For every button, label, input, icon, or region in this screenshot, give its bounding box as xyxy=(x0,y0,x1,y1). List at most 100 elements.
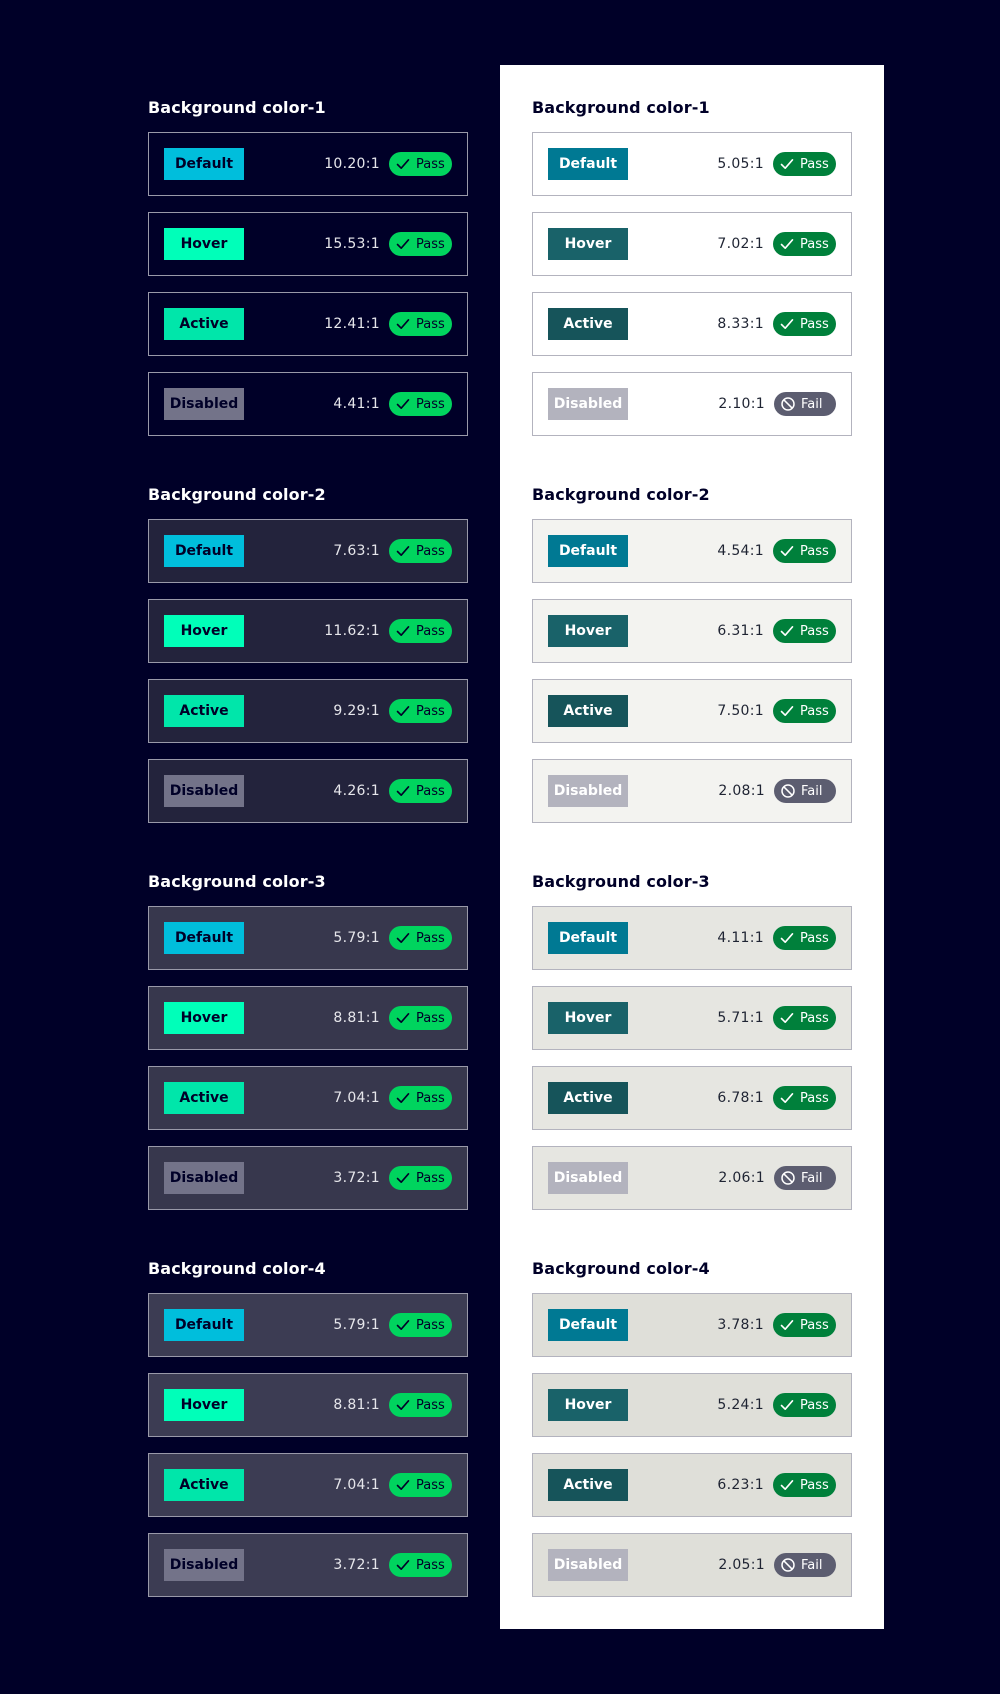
hover-button-sample: Hover xyxy=(164,1002,244,1034)
check-icon xyxy=(779,703,795,719)
disabled-button-sample: Disabled xyxy=(548,1549,628,1581)
status-label: Pass xyxy=(416,1557,445,1573)
contrast-group: Background color-4 Default 5.79:1 Pass Hover… xyxy=(148,1226,468,1613)
block-icon xyxy=(780,783,796,799)
status-badge: Pass xyxy=(773,1006,836,1030)
block-icon xyxy=(780,1170,796,1186)
group-title: Background color-4 xyxy=(532,1259,710,1278)
disabled-button-sample: Disabled xyxy=(164,1162,244,1194)
contrast-group: Background color-4 Default 3.78:1 Pass Hover… xyxy=(532,1226,852,1613)
active-button-sample: Active xyxy=(548,1469,628,1501)
status-label: Pass xyxy=(416,1397,445,1413)
group-title: Background color-2 xyxy=(532,485,710,504)
contrast-row: Disabled 2.05:1 Fail xyxy=(532,1533,852,1597)
check-icon xyxy=(395,396,411,412)
status-badge: Pass xyxy=(773,1393,836,1417)
status-label: Pass xyxy=(416,543,445,559)
contrast-ratio: 2.08:1 xyxy=(718,783,765,799)
contrast-row: Default 4.54:1 Pass xyxy=(532,519,852,583)
light-theme-column: Background color-1 Default 5.05:1 Pass Hover… xyxy=(532,65,852,1613)
hover-button-sample: Hover xyxy=(548,1389,628,1421)
contrast-row: Hover 5.71:1 Pass xyxy=(532,986,852,1050)
status-badge: Pass xyxy=(389,1086,452,1110)
contrast-ratio: 6.23:1 xyxy=(717,1477,764,1493)
block-icon xyxy=(780,1557,796,1573)
contrast-ratio: 8.81:1 xyxy=(333,1010,380,1026)
contrast-ratio: 5.05:1 xyxy=(717,156,764,172)
contrast-group: Background color-3 Default 5.79:1 Pass Hover… xyxy=(148,839,468,1226)
status-badge: Pass xyxy=(389,312,452,336)
active-button-sample: Active xyxy=(548,308,628,340)
contrast-ratio: 6.31:1 xyxy=(717,623,764,639)
status-badge: Pass xyxy=(773,1313,836,1337)
status-badge: Pass xyxy=(389,1553,452,1577)
status-badge: Pass xyxy=(773,1473,836,1497)
contrast-ratio: 5.24:1 xyxy=(717,1397,764,1413)
check-icon xyxy=(395,236,411,252)
status-label: Pass xyxy=(416,156,445,172)
status-badge: Fail xyxy=(774,1553,836,1577)
check-icon xyxy=(395,1090,411,1106)
check-icon xyxy=(395,703,411,719)
contrast-ratio: 3.72:1 xyxy=(333,1170,380,1186)
contrast-row: Default 4.11:1 Pass xyxy=(532,906,852,970)
status-label: Pass xyxy=(416,1090,445,1106)
status-label: Fail xyxy=(801,783,823,799)
contrast-row: Hover 7.02:1 Pass xyxy=(532,212,852,276)
default-button-sample: Default xyxy=(164,148,244,180)
contrast-ratio: 4.41:1 xyxy=(333,396,380,412)
default-button-sample: Default xyxy=(548,1309,628,1341)
contrast-ratio: 2.05:1 xyxy=(718,1557,765,1573)
contrast-ratio: 5.79:1 xyxy=(333,930,380,946)
active-button-sample: Active xyxy=(164,695,244,727)
contrast-ratio: 3.72:1 xyxy=(333,1557,380,1573)
check-icon xyxy=(395,930,411,946)
group-title: Background color-2 xyxy=(148,485,326,504)
status-label: Pass xyxy=(416,316,445,332)
status-label: Pass xyxy=(416,1317,445,1333)
hover-button-sample: Hover xyxy=(548,228,628,260)
contrast-row: Active 6.78:1 Pass xyxy=(532,1066,852,1130)
status-label: Pass xyxy=(800,930,829,946)
contrast-row: Default 5.05:1 Pass xyxy=(532,132,852,196)
contrast-row: Disabled 2.10:1 Fail xyxy=(532,372,852,436)
status-label: Pass xyxy=(416,783,445,799)
status-label: Fail xyxy=(801,1170,823,1186)
hover-button-sample: Hover xyxy=(164,615,244,647)
check-icon xyxy=(395,543,411,559)
check-icon xyxy=(779,623,795,639)
status-label: Pass xyxy=(416,396,445,412)
active-button-sample: Active xyxy=(164,1469,244,1501)
contrast-group: Background color-2 Default 4.54:1 Pass Hover… xyxy=(532,452,852,839)
contrast-row: Default 5.79:1 Pass xyxy=(148,1293,468,1357)
contrast-row: Disabled 3.72:1 Pass xyxy=(148,1533,468,1597)
block-icon xyxy=(780,396,796,412)
check-icon xyxy=(395,623,411,639)
status-label: Pass xyxy=(416,703,445,719)
default-button-sample: Default xyxy=(548,535,628,567)
status-label: Pass xyxy=(416,1170,445,1186)
default-button-sample: Default xyxy=(164,922,244,954)
active-button-sample: Active xyxy=(548,695,628,727)
check-icon xyxy=(779,930,795,946)
check-icon xyxy=(779,1090,795,1106)
contrast-row: Default 3.78:1 Pass xyxy=(532,1293,852,1357)
contrast-ratio: 12.41:1 xyxy=(324,316,380,332)
contrast-row: Disabled 3.72:1 Pass xyxy=(148,1146,468,1210)
contrast-ratio: 7.63:1 xyxy=(333,543,380,559)
status-badge: Pass xyxy=(773,926,836,950)
contrast-row: Disabled 2.08:1 Fail xyxy=(532,759,852,823)
contrast-row: Active 9.29:1 Pass xyxy=(148,679,468,743)
default-button-sample: Default xyxy=(164,1309,244,1341)
group-title: Background color-4 xyxy=(148,1259,326,1278)
check-icon xyxy=(395,1557,411,1573)
contrast-ratio: 3.78:1 xyxy=(717,1317,764,1333)
contrast-row: Active 12.41:1 Pass xyxy=(148,292,468,356)
status-label: Pass xyxy=(800,1010,829,1026)
check-icon xyxy=(779,156,795,172)
contrast-row: Hover 8.81:1 Pass xyxy=(148,986,468,1050)
check-icon xyxy=(395,1170,411,1186)
hover-button-sample: Hover xyxy=(164,228,244,260)
status-label: Pass xyxy=(800,1477,829,1493)
check-icon xyxy=(395,1010,411,1026)
